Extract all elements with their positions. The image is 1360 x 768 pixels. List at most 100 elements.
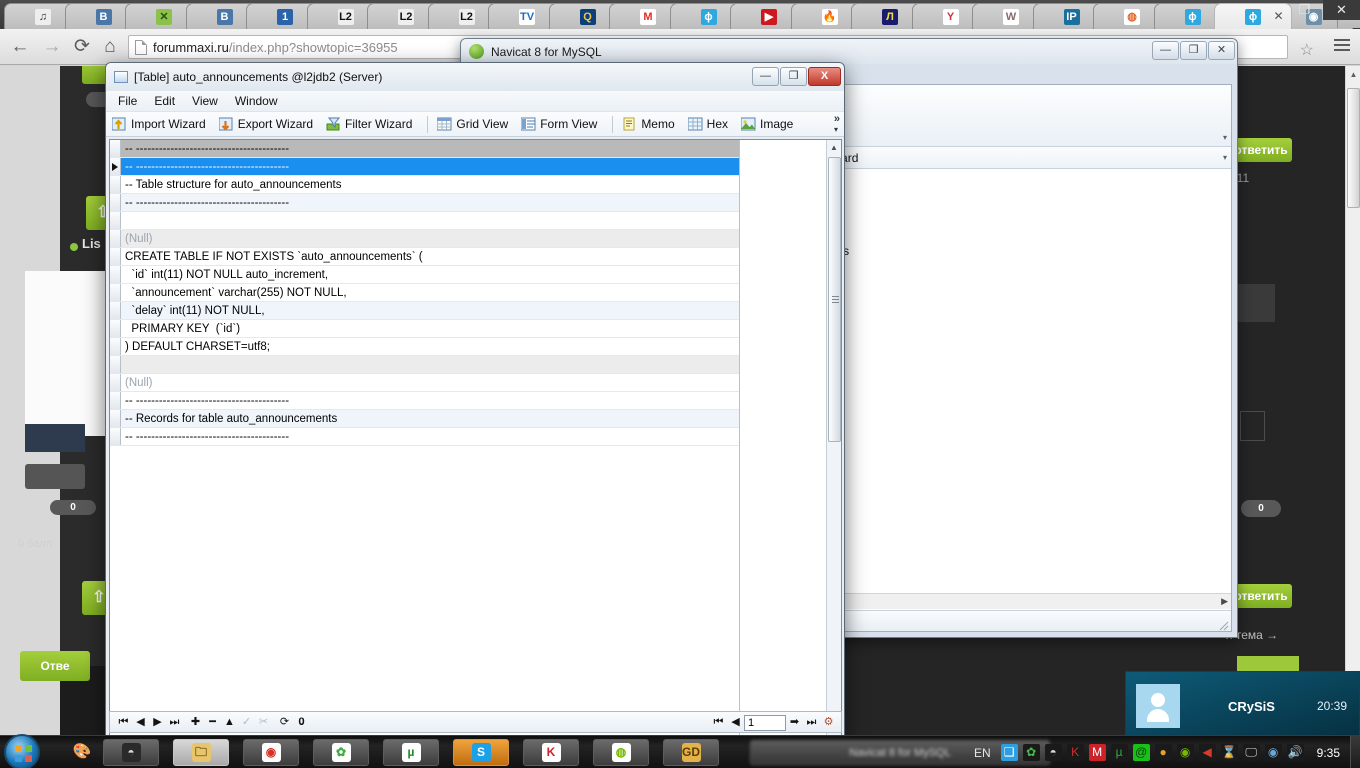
table-close-button[interactable]: X [808, 67, 841, 86]
network-icon[interactable]: 🖵 [1242, 744, 1260, 761]
grid-cell-sql-text[interactable]: ) DEFAULT CHARSET=utf8; [121, 338, 841, 355]
nvidia-icon[interactable]: ◉ [1176, 744, 1194, 761]
table-import-wizard-button[interactable]: Import Wizard [111, 117, 206, 131]
page-settings-icon[interactable]: ⚙ [820, 714, 837, 731]
row-indicator[interactable] [110, 158, 121, 175]
row-indicator[interactable] [110, 320, 121, 337]
hourglass-icon[interactable]: ⌛ [1220, 744, 1238, 761]
home-button[interactable]: ⌂ [96, 33, 124, 61]
table-minimize-button[interactable]: — [752, 67, 779, 86]
row-indicator[interactable] [110, 374, 121, 391]
grid-row[interactable]: `id` int(11) NOT NULL auto_increment, [110, 266, 841, 284]
forum-reply-button-bottom[interactable]: ответить [1230, 584, 1292, 608]
row-indicator[interactable] [110, 266, 121, 283]
table-filter-wizard-button[interactable]: Filter Wizard [326, 117, 412, 131]
taskbar-button-skype[interactable]: S [453, 739, 509, 766]
grid-cell-sql-text[interactable] [121, 212, 841, 229]
page-scrollbar[interactable]: ▲ ▼ [1345, 66, 1360, 748]
taskbar-button-kaspersky[interactable]: K [523, 739, 579, 766]
record-stop-button[interactable]: 𝟎 [293, 714, 310, 731]
page-scroll-thumb[interactable] [1347, 88, 1360, 208]
grid-row[interactable]: -- -------------------------------------… [110, 140, 841, 158]
table-hex-button[interactable]: Hex [687, 117, 728, 131]
grid-row[interactable]: -- Records for table auto_announcements [110, 410, 841, 428]
page-prev-button[interactable]: ◀ [727, 714, 744, 731]
grid-scroll-thumb[interactable] [828, 157, 841, 442]
table-export-wizard-button[interactable]: Export Wizard [218, 117, 313, 131]
m-red-icon[interactable]: M [1088, 744, 1106, 761]
row-indicator[interactable] [110, 428, 121, 445]
record-first-button[interactable]: ⏮ [115, 714, 132, 731]
menu-window[interactable]: Window [235, 94, 278, 108]
record-delete-button[interactable]: ━ [204, 714, 221, 731]
skype-notification-toast[interactable]: CRySiS 20:39 [1125, 671, 1360, 741]
grid-row[interactable]: PRIMARY KEY (`id`) [110, 320, 841, 338]
reload-button[interactable]: ⟳ [68, 33, 96, 61]
page-last-button[interactable]: ⏭ [803, 714, 820, 731]
navicat-toolbar-overflow-icon[interactable]: ▾ [1223, 133, 1227, 142]
grid-row[interactable]: `delay` int(11) NOT NULL, [110, 302, 841, 320]
navicat-hscroll-right-icon[interactable]: ▶ [1221, 596, 1228, 607]
grid-row[interactable]: -- Table structure for auto_announcement… [110, 176, 841, 194]
taskbar-button-nvidia[interactable]: ◍ [593, 739, 649, 766]
page-scroll-up-icon[interactable]: ▲ [1346, 66, 1360, 83]
grid-cell-sql-text[interactable]: PRIMARY KEY (`id`) [121, 320, 841, 337]
menu-file[interactable]: File [118, 94, 137, 108]
row-indicator[interactable] [110, 392, 121, 409]
navicat-close-button[interactable]: ✕ [1208, 41, 1235, 60]
chrome-menu-icon[interactable] [1334, 39, 1350, 53]
grid-cell-sql-text[interactable]: (Null) [121, 374, 841, 391]
taskbar-button-steam[interactable]: ◓ [103, 739, 159, 766]
navicat-restore-button[interactable]: ❐ [1180, 41, 1207, 60]
grid-cell-sql-text[interactable]: `delay` int(11) NOT NULL, [121, 302, 841, 319]
navicat-resize-grip[interactable] [1219, 620, 1229, 631]
record-up-button[interactable]: ▲ [221, 714, 238, 731]
forum-user-button[interactable] [25, 464, 85, 489]
record-last-button[interactable]: ⏭ [166, 714, 183, 731]
tab-blue-active[interactable]: ɸ ✕ [1214, 3, 1292, 29]
grid-cell-sql-text[interactable]: `announcement` varchar(255) NOT NULL, [121, 284, 841, 301]
grid-row[interactable]: (Null) [110, 230, 841, 248]
orange-dot-icon[interactable]: ● [1154, 744, 1172, 761]
grid-row[interactable]: (Null) [110, 374, 841, 392]
grid-cell-sql-text[interactable]: `id` int(11) NOT NULL auto_increment, [121, 266, 841, 283]
page-first-button[interactable]: ⏮ [710, 714, 727, 731]
grid-vertical-scrollbar[interactable]: ▲ ▼ [826, 140, 841, 768]
row-indicator[interactable] [110, 284, 121, 301]
grid-row[interactable]: -- -------------------------------------… [110, 158, 841, 176]
volume-red-icon[interactable]: ◀ [1198, 744, 1216, 761]
at-green-icon[interactable]: @ [1132, 744, 1150, 761]
icq-flower-icon[interactable]: ✿ [1022, 744, 1040, 761]
page-number-input[interactable]: 1 [744, 714, 786, 731]
grid-cell-sql-text[interactable]: CREATE TABLE IF NOT EXISTS `auto_announc… [121, 248, 841, 265]
table-grid-view-button[interactable]: Grid View [436, 117, 508, 131]
page-next-button[interactable]: ➡ [786, 714, 803, 731]
kaspersky-icon[interactable]: K [1066, 744, 1084, 761]
taskbar-button-icq[interactable]: ✿ [313, 739, 369, 766]
back-button[interactable]: ← [6, 33, 34, 61]
grid-cell-sql-text[interactable]: -- -------------------------------------… [121, 428, 841, 445]
grid-cell-sql-text[interactable]: -- -------------------------------------… [121, 158, 841, 175]
row-indicator[interactable] [110, 212, 121, 229]
grid-cell-sql-text[interactable]: (Null) [121, 230, 841, 247]
table-image-button[interactable]: Image [740, 117, 793, 131]
row-indicator[interactable] [110, 356, 121, 373]
menu-view[interactable]: View [192, 94, 218, 108]
utorrent-icon[interactable]: µ [1110, 744, 1128, 761]
forum-reply-button-top[interactable]: ответить [1230, 138, 1292, 162]
bookmark-star-icon[interactable]: ☆ [1300, 40, 1314, 60]
grid-cell-sql-text[interactable] [121, 356, 841, 373]
grid-row[interactable]: ) DEFAULT CHARSET=utf8; [110, 338, 841, 356]
record-add-button[interactable]: ✚ [187, 714, 204, 731]
grid-cell-sql-text[interactable]: -- -------------------------------------… [121, 392, 841, 409]
sql-result-grid[interactable]: -- -------------------------------------… [109, 139, 842, 768]
record-cancel-button[interactable]: ✂ [255, 714, 272, 731]
taskbar-clock[interactable]: 9:35 [1317, 746, 1340, 760]
grid-cell-sql-text[interactable]: -- -------------------------------------… [121, 140, 841, 157]
taskbar-button-chrome[interactable]: ◉ [243, 739, 299, 766]
grid-row[interactable]: -- -------------------------------------… [110, 194, 841, 212]
grid-scroll-up-icon[interactable]: ▲ [827, 140, 841, 155]
row-indicator[interactable] [110, 230, 121, 247]
taskbar-button-explorer[interactable]: 🗀 [173, 739, 229, 766]
menu-edit[interactable]: Edit [154, 94, 175, 108]
